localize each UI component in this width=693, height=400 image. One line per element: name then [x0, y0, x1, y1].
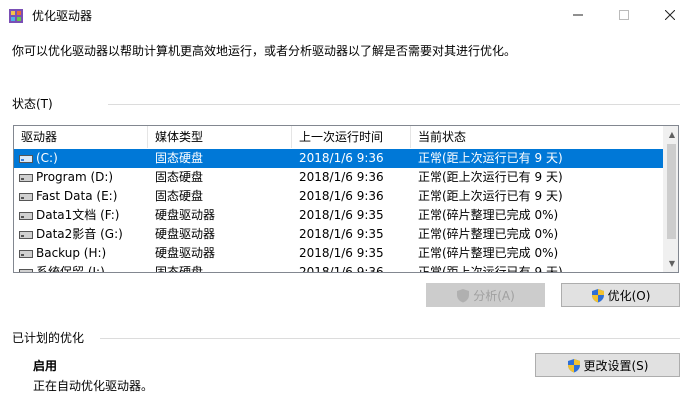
hard-drive-icon [19, 269, 33, 272]
status-group-label: 状态(T) [12, 97, 53, 111]
drive-label: Fast Data (E:) [36, 189, 118, 203]
drive-name-cell: Data2影音 (G:) [14, 225, 148, 244]
status-group-divider [108, 104, 680, 105]
drive-name-cell: 系统保留 (I:) [14, 263, 148, 273]
change-settings-button-label: 更改设置(S) [583, 358, 649, 373]
optimize-button[interactable]: 优化(O) [561, 283, 680, 307]
last-run-cell: 2018/1/6 9:36 [299, 189, 384, 203]
hard-drive-icon [19, 174, 33, 182]
media-type-cell: 固态硬盘 [155, 265, 204, 273]
drive-name-cell: Backup (H:) [14, 244, 148, 263]
drive-row[interactable]: Backup (H:) 硬盘驱动器 2018/1/6 9:35 正常(碎片整理已完成 … [14, 244, 663, 263]
media-type-cell: 固态硬盘 [155, 189, 204, 203]
drive-label: 系统保留 (I:) [36, 265, 105, 273]
drive-list-header: 驱动器 媒体类型 上一次运行时间 当前状态 [14, 126, 663, 148]
status-cell: 正常(距上次运行已有 9 天) [418, 189, 563, 203]
status-cell: 正常(碎片整理已完成 0%) [418, 208, 559, 222]
maximize-icon [619, 10, 629, 20]
drive-name-cell: Fast Data (E:) [14, 187, 148, 206]
scroll-down-arrow-icon[interactable]: ▼ [664, 255, 678, 272]
drive-label: Data2影音 (G:) [36, 227, 123, 241]
schedule-state-title: 启用 [33, 359, 58, 373]
media-type-cell: 硬盘驱动器 [155, 208, 216, 222]
defrag-app-icon [9, 9, 23, 23]
drive-name-cell: (C:) [14, 149, 148, 168]
drive-row[interactable]: Data1文档 (F:) 硬盘驱动器 2018/1/6 9:35 正常(碎片整理已完成… [14, 206, 663, 225]
close-icon [665, 10, 675, 20]
analyze-button-label: 分析(A) [473, 288, 515, 303]
column-header-current-status[interactable]: 当前状态 [411, 126, 663, 148]
schedule-group-divider [100, 338, 680, 339]
intro-text: 你可以优化驱动器以帮助计算机更高效地运行，或者分析驱动器以了解是否需要对其进行优… [12, 44, 517, 58]
column-header-last-run[interactable]: 上一次运行时间 [292, 126, 411, 148]
last-run-cell: 2018/1/6 9:35 [299, 246, 384, 260]
hard-drive-icon [19, 193, 33, 201]
status-cell: 正常(距上次运行已有 9 天) [418, 151, 563, 165]
media-type-cell: 硬盘驱动器 [155, 246, 216, 260]
status-cell: 正常(碎片整理已完成 0%) [418, 246, 559, 260]
column-header-drive[interactable]: 驱动器 [14, 126, 148, 148]
uac-shield-icon [567, 358, 580, 372]
drive-label: Program (D:) [36, 170, 114, 184]
last-run-cell: 2018/1/6 9:36 [299, 170, 384, 184]
hard-drive-icon [19, 231, 33, 239]
status-cell: 正常(碎片整理已完成 0%) [418, 227, 559, 241]
media-type-cell: 硬盘驱动器 [155, 227, 216, 241]
status-cell: 正常(距上次运行已有 9 天) [418, 170, 563, 184]
last-run-cell: 2018/1/6 9:35 [299, 208, 384, 222]
hard-drive-icon [19, 155, 33, 163]
drive-label: (C:) [36, 151, 58, 165]
scrollbar-thumb[interactable] [667, 144, 676, 239]
drive-name-cell: Program (D:) [14, 168, 148, 187]
minimize-button[interactable] [555, 0, 601, 30]
minimize-icon [573, 14, 583, 16]
close-button[interactable] [647, 0, 693, 30]
drive-row[interactable]: (C:) 固态硬盘 2018/1/6 9:36 正常(距上次运行已有 9 天) [14, 149, 663, 168]
drive-row[interactable]: Program (D:) 固态硬盘 2018/1/6 9:36 正常(距上次运行已有 … [14, 168, 663, 187]
title-bar: 优化驱动器 [0, 0, 693, 32]
drive-row[interactable]: Fast Data (E:) 固态硬盘 2018/1/6 9:36 正常(距上次运行已… [14, 187, 663, 206]
drive-label: Backup (H:) [36, 246, 107, 260]
window-title: 优化驱动器 [32, 9, 93, 23]
drive-list-scrollbar[interactable]: ▲ ▼ [663, 126, 678, 272]
uac-shield-icon [457, 288, 470, 302]
last-run-cell: 2018/1/6 9:35 [299, 227, 384, 241]
optimize-button-label: 优化(O) [607, 288, 651, 303]
maximize-button[interactable] [601, 0, 647, 30]
hard-drive-icon [19, 212, 33, 220]
last-run-cell: 2018/1/6 9:36 [299, 265, 384, 273]
hard-drive-icon [19, 250, 33, 258]
drive-row[interactable]: 系统保留 (I:) 固态硬盘 2018/1/6 9:36 正常(距上次运行已有 9 天… [14, 263, 663, 273]
column-header-media-type[interactable]: 媒体类型 [148, 126, 292, 148]
uac-shield-icon [591, 288, 604, 302]
analyze-button[interactable]: 分析(A) [426, 283, 545, 307]
drive-list[interactable]: 驱动器 媒体类型 上一次运行时间 当前状态 (C:) 固态硬盘 2018/1/6 9… [13, 125, 679, 273]
drive-label: Data1文档 (F:) [36, 208, 120, 222]
schedule-group-label: 已计划的优化 [12, 331, 85, 345]
scroll-up-arrow-icon[interactable]: ▲ [664, 126, 678, 143]
last-run-cell: 2018/1/6 9:36 [299, 151, 384, 165]
drive-name-cell: Data1文档 (F:) [14, 206, 148, 225]
schedule-state-text: 正在自动优化驱动器。 [33, 379, 154, 393]
change-settings-button[interactable]: 更改设置(S) [535, 353, 680, 377]
media-type-cell: 固态硬盘 [155, 151, 204, 165]
media-type-cell: 固态硬盘 [155, 170, 204, 184]
drive-row[interactable]: Data2影音 (G:) 硬盘驱动器 2018/1/6 9:35 正常(碎片整理已完成… [14, 225, 663, 244]
status-cell: 正常(距上次运行已有 9 天) [418, 265, 563, 273]
